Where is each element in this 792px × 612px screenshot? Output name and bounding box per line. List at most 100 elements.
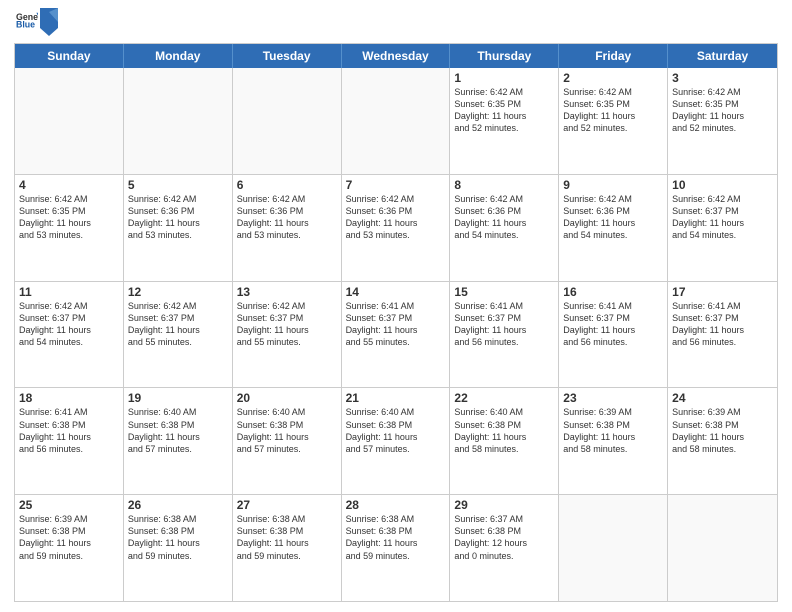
day-number: 7	[346, 178, 446, 192]
calendar-cell	[233, 68, 342, 174]
day-info: Sunrise: 6:40 AMSunset: 6:38 PMDaylight:…	[346, 406, 446, 455]
day-info: Sunrise: 6:42 AMSunset: 6:36 PMDaylight:…	[128, 193, 228, 242]
calendar-header: SundayMondayTuesdayWednesdayThursdayFrid…	[15, 44, 777, 68]
calendar-cell: 19Sunrise: 6:40 AMSunset: 6:38 PMDayligh…	[124, 388, 233, 494]
day-number: 29	[454, 498, 554, 512]
day-info: Sunrise: 6:38 AMSunset: 6:38 PMDaylight:…	[237, 513, 337, 562]
page: General Blue SundayMondayTuesdayWednesda…	[0, 0, 792, 612]
day-info: Sunrise: 6:42 AMSunset: 6:35 PMDaylight:…	[19, 193, 119, 242]
header-day-friday: Friday	[559, 44, 668, 68]
day-info: Sunrise: 6:42 AMSunset: 6:35 PMDaylight:…	[454, 86, 554, 135]
day-info: Sunrise: 6:38 AMSunset: 6:38 PMDaylight:…	[128, 513, 228, 562]
calendar-row-2: 11Sunrise: 6:42 AMSunset: 6:37 PMDayligh…	[15, 281, 777, 388]
calendar-cell	[15, 68, 124, 174]
day-number: 3	[672, 71, 773, 85]
calendar-cell: 25Sunrise: 6:39 AMSunset: 6:38 PMDayligh…	[15, 495, 124, 601]
calendar-cell: 20Sunrise: 6:40 AMSunset: 6:38 PMDayligh…	[233, 388, 342, 494]
calendar-cell: 17Sunrise: 6:41 AMSunset: 6:37 PMDayligh…	[668, 282, 777, 388]
day-info: Sunrise: 6:39 AMSunset: 6:38 PMDaylight:…	[672, 406, 773, 455]
day-number: 26	[128, 498, 228, 512]
header-day-sunday: Sunday	[15, 44, 124, 68]
calendar-cell	[342, 68, 451, 174]
calendar-cell: 24Sunrise: 6:39 AMSunset: 6:38 PMDayligh…	[668, 388, 777, 494]
calendar-cell: 12Sunrise: 6:42 AMSunset: 6:37 PMDayligh…	[124, 282, 233, 388]
calendar-cell: 28Sunrise: 6:38 AMSunset: 6:38 PMDayligh…	[342, 495, 451, 601]
calendar-cell: 21Sunrise: 6:40 AMSunset: 6:38 PMDayligh…	[342, 388, 451, 494]
calendar-cell: 29Sunrise: 6:37 AMSunset: 6:38 PMDayligh…	[450, 495, 559, 601]
day-info: Sunrise: 6:42 AMSunset: 6:37 PMDaylight:…	[237, 300, 337, 349]
day-number: 10	[672, 178, 773, 192]
calendar-cell: 11Sunrise: 6:42 AMSunset: 6:37 PMDayligh…	[15, 282, 124, 388]
day-number: 12	[128, 285, 228, 299]
day-info: Sunrise: 6:39 AMSunset: 6:38 PMDaylight:…	[563, 406, 663, 455]
calendar-cell: 13Sunrise: 6:42 AMSunset: 6:37 PMDayligh…	[233, 282, 342, 388]
day-info: Sunrise: 6:42 AMSunset: 6:36 PMDaylight:…	[346, 193, 446, 242]
calendar-cell: 9Sunrise: 6:42 AMSunset: 6:36 PMDaylight…	[559, 175, 668, 281]
calendar-row-1: 4Sunrise: 6:42 AMSunset: 6:35 PMDaylight…	[15, 174, 777, 281]
day-number: 8	[454, 178, 554, 192]
day-info: Sunrise: 6:42 AMSunset: 6:35 PMDaylight:…	[672, 86, 773, 135]
day-number: 15	[454, 285, 554, 299]
calendar-cell: 1Sunrise: 6:42 AMSunset: 6:35 PMDaylight…	[450, 68, 559, 174]
calendar-cell: 5Sunrise: 6:42 AMSunset: 6:36 PMDaylight…	[124, 175, 233, 281]
day-number: 1	[454, 71, 554, 85]
calendar-cell: 16Sunrise: 6:41 AMSunset: 6:37 PMDayligh…	[559, 282, 668, 388]
day-number: 6	[237, 178, 337, 192]
day-number: 25	[19, 498, 119, 512]
day-number: 20	[237, 391, 337, 405]
day-number: 23	[563, 391, 663, 405]
header-day-monday: Monday	[124, 44, 233, 68]
day-info: Sunrise: 6:42 AMSunset: 6:35 PMDaylight:…	[563, 86, 663, 135]
header-day-wednesday: Wednesday	[342, 44, 451, 68]
day-number: 19	[128, 391, 228, 405]
calendar-cell: 6Sunrise: 6:42 AMSunset: 6:36 PMDaylight…	[233, 175, 342, 281]
day-info: Sunrise: 6:41 AMSunset: 6:37 PMDaylight:…	[563, 300, 663, 349]
calendar-row-3: 18Sunrise: 6:41 AMSunset: 6:38 PMDayligh…	[15, 387, 777, 494]
logo: General Blue	[14, 10, 58, 37]
calendar-cell: 14Sunrise: 6:41 AMSunset: 6:37 PMDayligh…	[342, 282, 451, 388]
day-info: Sunrise: 6:42 AMSunset: 6:37 PMDaylight:…	[19, 300, 119, 349]
calendar-cell: 8Sunrise: 6:42 AMSunset: 6:36 PMDaylight…	[450, 175, 559, 281]
calendar-cell	[559, 495, 668, 601]
day-info: Sunrise: 6:39 AMSunset: 6:38 PMDaylight:…	[19, 513, 119, 562]
logo-icon: General Blue	[16, 10, 38, 32]
day-info: Sunrise: 6:38 AMSunset: 6:38 PMDaylight:…	[346, 513, 446, 562]
day-info: Sunrise: 6:42 AMSunset: 6:36 PMDaylight:…	[237, 193, 337, 242]
day-info: Sunrise: 6:40 AMSunset: 6:38 PMDaylight:…	[128, 406, 228, 455]
day-info: Sunrise: 6:42 AMSunset: 6:37 PMDaylight:…	[672, 193, 773, 242]
calendar-cell	[668, 495, 777, 601]
header-day-tuesday: Tuesday	[233, 44, 342, 68]
calendar-cell: 15Sunrise: 6:41 AMSunset: 6:37 PMDayligh…	[450, 282, 559, 388]
header-day-saturday: Saturday	[668, 44, 777, 68]
calendar-cell: 3Sunrise: 6:42 AMSunset: 6:35 PMDaylight…	[668, 68, 777, 174]
calendar-cell: 2Sunrise: 6:42 AMSunset: 6:35 PMDaylight…	[559, 68, 668, 174]
day-info: Sunrise: 6:41 AMSunset: 6:37 PMDaylight:…	[346, 300, 446, 349]
calendar-cell: 18Sunrise: 6:41 AMSunset: 6:38 PMDayligh…	[15, 388, 124, 494]
day-info: Sunrise: 6:42 AMSunset: 6:36 PMDaylight:…	[454, 193, 554, 242]
day-info: Sunrise: 6:42 AMSunset: 6:36 PMDaylight:…	[563, 193, 663, 242]
day-number: 16	[563, 285, 663, 299]
calendar-cell: 7Sunrise: 6:42 AMSunset: 6:36 PMDaylight…	[342, 175, 451, 281]
day-number: 28	[346, 498, 446, 512]
day-number: 9	[563, 178, 663, 192]
day-number: 2	[563, 71, 663, 85]
calendar-cell: 4Sunrise: 6:42 AMSunset: 6:35 PMDaylight…	[15, 175, 124, 281]
header-day-thursday: Thursday	[450, 44, 559, 68]
day-number: 14	[346, 285, 446, 299]
day-info: Sunrise: 6:42 AMSunset: 6:37 PMDaylight:…	[128, 300, 228, 349]
day-number: 17	[672, 285, 773, 299]
day-number: 18	[19, 391, 119, 405]
day-number: 22	[454, 391, 554, 405]
header: General Blue	[14, 10, 778, 37]
calendar-cell: 22Sunrise: 6:40 AMSunset: 6:38 PMDayligh…	[450, 388, 559, 494]
calendar-cell: 10Sunrise: 6:42 AMSunset: 6:37 PMDayligh…	[668, 175, 777, 281]
calendar-row-4: 25Sunrise: 6:39 AMSunset: 6:38 PMDayligh…	[15, 494, 777, 601]
logo-arrow-icon	[40, 8, 58, 36]
day-info: Sunrise: 6:40 AMSunset: 6:38 PMDaylight:…	[237, 406, 337, 455]
day-number: 24	[672, 391, 773, 405]
day-info: Sunrise: 6:37 AMSunset: 6:38 PMDaylight:…	[454, 513, 554, 562]
day-number: 4	[19, 178, 119, 192]
day-info: Sunrise: 6:41 AMSunset: 6:38 PMDaylight:…	[19, 406, 119, 455]
calendar: SundayMondayTuesdayWednesdayThursdayFrid…	[14, 43, 778, 602]
svg-text:Blue: Blue	[16, 20, 35, 30]
